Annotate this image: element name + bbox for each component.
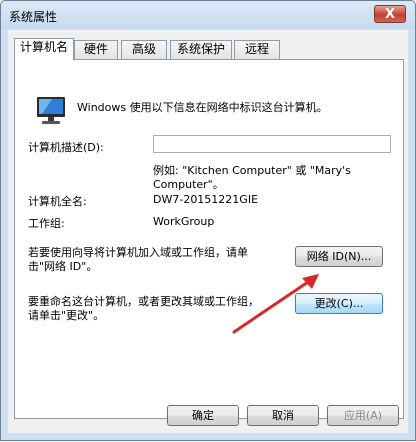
computer-name-panel: Windows 使用以下信息在网络中标识这台计算机。 计算机描述(D): 例如:… (14, 59, 404, 419)
change-button[interactable]: 更改(C)... (295, 293, 383, 314)
tab-hardware[interactable]: 硬件 (74, 40, 118, 59)
title-bar[interactable]: 系统属性 X (1, 1, 415, 29)
wizard-text-line2: 击"网络 ID"。 (28, 260, 98, 273)
example-text-line2: Computer"。 (153, 178, 224, 191)
workgroup-value: WorkGroup (153, 215, 215, 228)
computer-monitor-icon (37, 97, 65, 124)
full-name-label: 计算机全名: (28, 195, 87, 208)
ok-button[interactable]: 确定 (167, 405, 239, 426)
system-properties-window: 系统属性 X 计算机名 硬件 高级 系统保护 远程 Windows 使用以下信息… (0, 0, 416, 441)
window-title: 系统属性 (9, 10, 58, 24)
close-button[interactable]: X (374, 5, 406, 23)
tab-remote[interactable]: 远程 (234, 40, 280, 59)
tab-advanced[interactable]: 高级 (121, 40, 167, 59)
intro-text: Windows 使用以下信息在网络中标识这台计算机。 (77, 101, 328, 114)
network-id-button[interactable]: 网络 ID(N)... (295, 246, 383, 267)
cancel-button[interactable]: 取消 (247, 405, 319, 426)
tab-computer-name[interactable]: 计算机名 (14, 38, 74, 60)
workgroup-label: 工作组: (28, 217, 65, 230)
tab-system-protection[interactable]: 系统保护 (170, 40, 232, 59)
full-name-value: DW7-20151221GIE (153, 193, 259, 206)
computer-description-input[interactable] (153, 135, 391, 153)
description-label: 计算机描述(D): (28, 141, 104, 154)
rename-text-line2: 请单击"更改"。 (28, 309, 105, 322)
apply-button[interactable]: 应用(A) (327, 405, 399, 426)
dialog-client-area: 计算机名 硬件 高级 系统保护 远程 Windows 使用以下信息在网络中标识这… (8, 30, 408, 433)
